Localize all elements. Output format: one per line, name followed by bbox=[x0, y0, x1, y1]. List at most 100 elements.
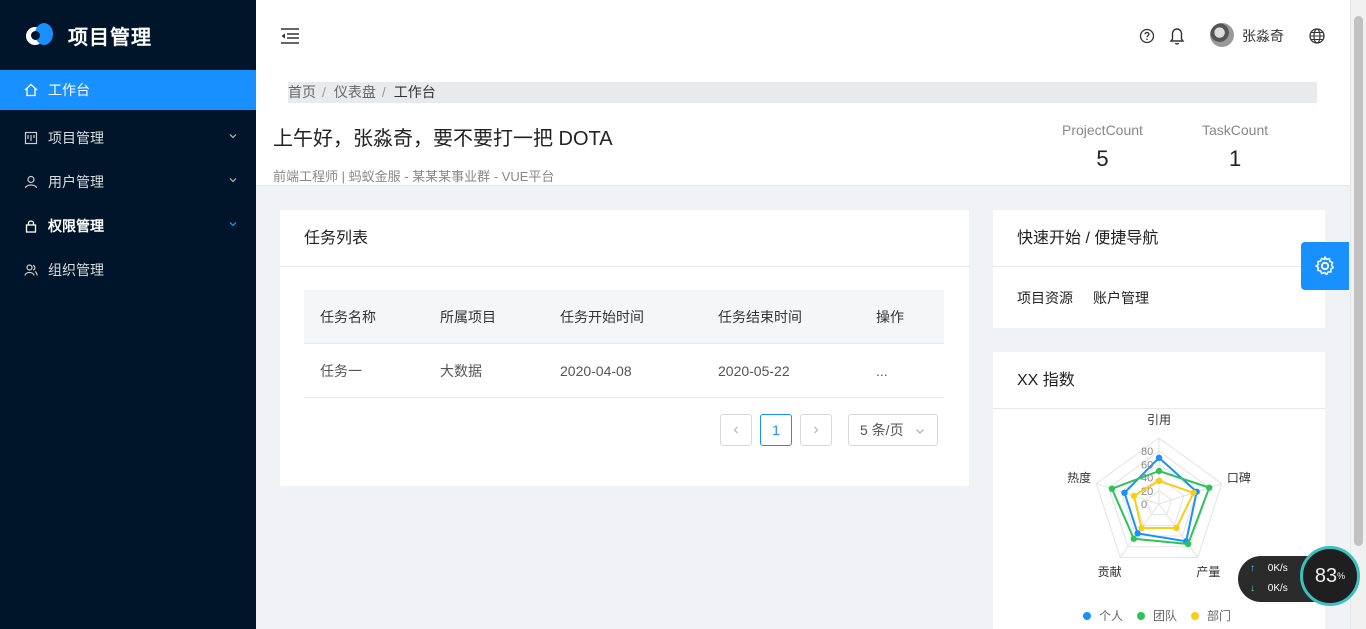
pagination-next-button[interactable] bbox=[800, 414, 832, 446]
radar-indicator-label: 热度 bbox=[1067, 470, 1091, 485]
radar-tick-label: 80 bbox=[1141, 446, 1153, 458]
logo-icon bbox=[26, 21, 54, 49]
network-speed-widget[interactable]: ↑ 0K/s ↓ 0K/s 83% bbox=[1238, 546, 1360, 606]
project-icon bbox=[24, 131, 38, 145]
radar-tick-label: 0 bbox=[1141, 499, 1147, 511]
table-cell: 2020-04-08 bbox=[560, 362, 632, 379]
radar-point bbox=[1130, 535, 1137, 542]
avatar[interactable] bbox=[1210, 23, 1234, 47]
legend-marker bbox=[1083, 612, 1091, 620]
stat-value: 1 bbox=[1228, 146, 1242, 171]
card-title: XX 指数 bbox=[993, 352, 1325, 409]
column-header: 任务结束时间 bbox=[718, 308, 802, 325]
quick-nav-link-resources[interactable]: 项目资源 bbox=[1017, 290, 1073, 306]
user-name[interactable]: 张淼奇 bbox=[1242, 26, 1284, 46]
row-actions-button[interactable]: ... bbox=[860, 363, 944, 379]
radar-point bbox=[1130, 492, 1138, 500]
sidebar-item-workbench[interactable]: 工作台 bbox=[0, 70, 256, 110]
sidebar-item-label: 组织管理 bbox=[48, 262, 104, 278]
home-icon bbox=[24, 83, 38, 97]
question-icon[interactable] bbox=[1138, 27, 1156, 45]
sidebar-item-label: 工作台 bbox=[48, 82, 90, 98]
radar-indicator-label: 贡献 bbox=[1098, 564, 1122, 579]
page-size-select[interactable]: 5 条/页 bbox=[848, 414, 938, 446]
legend-label: 团队 bbox=[1153, 608, 1177, 623]
globe-icon[interactable] bbox=[1308, 27, 1326, 45]
table-header: 任务名称 所属项目 任务开始时间 任务结束时间 操作 bbox=[304, 290, 944, 344]
stat-value: 5 bbox=[1096, 146, 1109, 171]
stat-label: ProjectCount bbox=[1062, 122, 1143, 138]
user-icon bbox=[24, 175, 38, 189]
team-icon bbox=[24, 263, 38, 277]
legend-marker bbox=[1191, 612, 1199, 620]
radar-indicator-label: 口碑 bbox=[1227, 470, 1251, 485]
radar-indicator-label: 产量 bbox=[1196, 565, 1220, 579]
breadcrumb: 首页 / 仪表盘 / 工作台 bbox=[288, 82, 1317, 103]
table-cell: 大数据 bbox=[440, 362, 482, 379]
sidebar-item-label: 用户管理 bbox=[48, 174, 104, 190]
quick-nav-card: 快速开始 / 便捷导航 项目资源 账户管理 bbox=[993, 210, 1325, 328]
card-title: 快速开始 / 便捷导航 bbox=[993, 210, 1325, 267]
page-scrollbar[interactable] bbox=[1350, 0, 1366, 629]
table-cell: 任务一 bbox=[320, 362, 362, 379]
page-size-value: 5 条/页 bbox=[860, 422, 904, 438]
greeting-subtitle: 前端工程师 | 蚂蚁金服 - 某某某事业群 - VUE平台 bbox=[273, 169, 555, 184]
pagination-prev-button[interactable] bbox=[720, 414, 752, 446]
task-table: 任务名称 所属项目 任务开始时间 任务结束时间 操作 任务一 大数据 2020-… bbox=[304, 290, 944, 398]
arrow-down-icon: ↓ bbox=[1250, 583, 1255, 594]
menu-fold-icon[interactable] bbox=[280, 27, 300, 45]
memory-percent: 83% bbox=[1300, 546, 1360, 606]
chevron-left-icon bbox=[733, 426, 738, 434]
chevron-down-icon bbox=[229, 134, 237, 139]
sidebar-item-organization[interactable]: 组织管理 bbox=[0, 250, 256, 290]
task-list-card: 任务列表 任务名称 所属项目 任务开始时间 任务结束时间 操作 任务一 大数据 … bbox=[280, 210, 969, 486]
download-speed: ↓ 0K/s bbox=[1250, 583, 1288, 594]
app-title: 项目管理 bbox=[68, 26, 152, 49]
radar-point bbox=[1108, 485, 1116, 492]
stat-task-count: TaskCount 1 bbox=[1202, 122, 1268, 172]
sidebar: 项目管理 工作台 项目管理 用户管理 权限管理 组织管理 bbox=[0, 0, 256, 629]
top-header: 张淼奇 bbox=[256, 0, 1350, 70]
chevron-right-icon bbox=[814, 426, 819, 434]
radar-point bbox=[1138, 524, 1145, 532]
upload-speed: ↑ 0K/s bbox=[1250, 563, 1288, 574]
sidebar-item-projects[interactable]: 项目管理 bbox=[0, 118, 256, 158]
column-header: 任务名称 bbox=[320, 308, 376, 325]
radar-point bbox=[1155, 454, 1163, 461]
stat-project-count: ProjectCount 5 bbox=[1062, 122, 1143, 172]
settings-drawer-button[interactable] bbox=[1301, 242, 1349, 290]
chevron-down-icon bbox=[229, 222, 237, 227]
column-header: 操作 bbox=[876, 308, 904, 325]
pagination-page-button[interactable]: 1 bbox=[760, 414, 792, 446]
chevron-down-icon bbox=[229, 178, 237, 183]
quick-nav-link-accounts[interactable]: 账户管理 bbox=[1093, 290, 1149, 306]
sidebar-item-permissions[interactable]: 权限管理 bbox=[0, 206, 256, 246]
sidebar-item-users[interactable]: 用户管理 bbox=[0, 162, 256, 202]
table-row: 任务一 大数据 2020-04-08 2020-05-22 ... bbox=[304, 344, 944, 398]
column-header: 所属项目 bbox=[440, 308, 496, 325]
logo[interactable]: 项目管理 bbox=[0, 0, 256, 70]
gear-icon bbox=[1315, 256, 1335, 276]
radar-point bbox=[1206, 484, 1213, 491]
radar-point bbox=[1155, 477, 1163, 485]
radar-point bbox=[1173, 524, 1180, 532]
quick-nav-links: 项目资源 账户管理 bbox=[1017, 288, 1169, 308]
lock-icon bbox=[24, 219, 38, 233]
radar-point bbox=[1121, 489, 1128, 496]
legend-marker bbox=[1137, 612, 1145, 620]
radar-point bbox=[1134, 530, 1141, 537]
radar-point bbox=[1184, 540, 1192, 548]
table-cell: 2020-05-22 bbox=[718, 362, 790, 379]
legend-label: 部门 bbox=[1207, 608, 1231, 623]
scrollbar-thumb[interactable] bbox=[1354, 16, 1363, 546]
sidebar-item-label: 项目管理 bbox=[48, 130, 104, 146]
column-header: 任务开始时间 bbox=[560, 308, 644, 325]
page-header: 首页 / 仪表盘 / 工作台 上午好，张淼奇，要不要打一把 DOTA 前端工程师 | 蚂… bbox=[256, 70, 1350, 186]
breadcrumb-workbench: 工作台 bbox=[393, 84, 436, 100]
radar-point bbox=[1190, 489, 1197, 496]
bell-icon[interactable] bbox=[1168, 26, 1186, 46]
card-title: 任务列表 bbox=[280, 210, 969, 267]
breadcrumb-home[interactable]: 首页 bbox=[288, 84, 316, 100]
breadcrumb-dashboard[interactable]: 仪表盘 bbox=[334, 84, 376, 100]
greeting-title: 上午好，张淼奇，要不要打一把 DOTA bbox=[273, 128, 613, 150]
